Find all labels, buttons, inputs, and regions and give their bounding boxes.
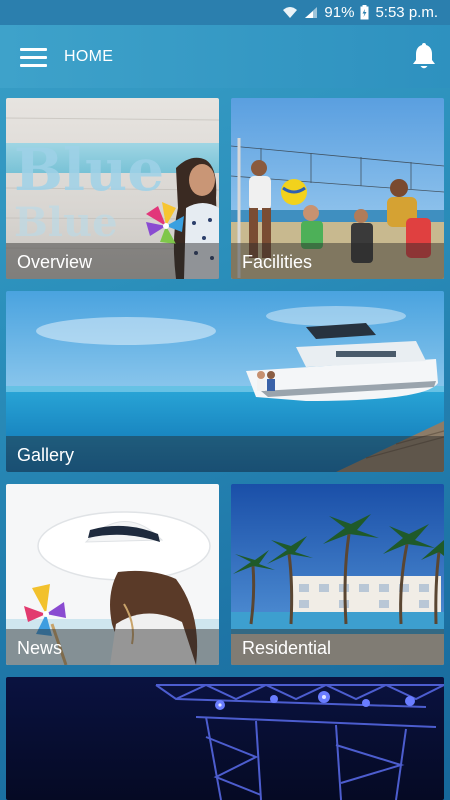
tile-gallery[interactable]: Gallery <box>6 291 444 472</box>
clock: 5:53 p.m. <box>375 4 438 21</box>
tile-overview[interactable]: Blue Blue Overview <box>6 98 219 279</box>
page-title: HOME <box>64 47 114 65</box>
tile-label: Overview <box>6 243 219 279</box>
svg-text:Blue: Blue <box>14 136 164 204</box>
bell-icon[interactable] <box>410 41 438 71</box>
tile-news[interactable]: News <box>6 484 219 665</box>
svg-text:Blue: Blue <box>14 199 118 246</box>
tile-events[interactable] <box>6 677 444 800</box>
app-bar: HOME <box>0 25 450 88</box>
events-stage-image <box>6 677 444 800</box>
status-bar: 91% 5:53 p.m. <box>0 0 450 25</box>
tile-label: News <box>6 629 219 665</box>
battery-percent: 91% <box>324 4 355 21</box>
tile-label: Gallery <box>6 436 444 472</box>
hamburger-menu-icon[interactable] <box>20 46 48 68</box>
signal-icon <box>304 6 318 19</box>
tile-residential[interactable]: Residential <box>231 484 444 665</box>
battery-charging-icon <box>360 5 369 20</box>
tile-label: Residential <box>231 629 444 665</box>
tile-facilities[interactable]: Facilities <box>231 98 444 279</box>
tile-label: Facilities <box>231 243 444 279</box>
wifi-icon <box>282 6 298 19</box>
